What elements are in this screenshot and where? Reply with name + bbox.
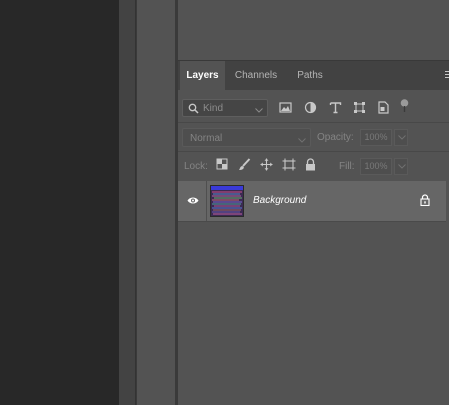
- smart-object-filter-icon[interactable]: [377, 101, 389, 117]
- fill-label: Fill:: [339, 161, 355, 172]
- pixel-filter-icon[interactable]: [279, 101, 292, 117]
- layers-panel: Layers Channels Paths Kind Normal Opacit…: [178, 61, 449, 405]
- upper-panel: [178, 0, 449, 61]
- chevron-down-icon: [298, 135, 306, 146]
- divider: [178, 122, 449, 123]
- opacity-label: Opacity:: [317, 132, 354, 143]
- tab-paths[interactable]: Paths: [287, 61, 333, 90]
- chevron-down-icon: [255, 105, 263, 116]
- opacity-dropdown-button[interactable]: [394, 129, 408, 146]
- visibility-toggle[interactable]: [178, 181, 207, 221]
- tab-channels[interactable]: Channels: [225, 61, 287, 90]
- layer-lock-icon[interactable]: [420, 194, 430, 209]
- panel-tab-bar: Layers Channels Paths: [178, 61, 449, 90]
- search-icon: [188, 103, 199, 117]
- filter-kind-select[interactable]: Kind: [182, 99, 268, 117]
- tab-layers[interactable]: Layers: [180, 61, 225, 90]
- filter-kind-label: Kind: [203, 103, 224, 114]
- lock-artboard-icon[interactable]: [282, 158, 296, 174]
- blend-opacity-row: Normal Opacity: 100%: [178, 127, 449, 149]
- lock-label: Lock:: [184, 161, 208, 172]
- shape-filter-icon[interactable]: [353, 101, 366, 117]
- layer-row-background[interactable]: Background: [178, 181, 446, 222]
- divider: [178, 151, 449, 152]
- type-filter-icon[interactable]: [329, 101, 342, 117]
- layer-name[interactable]: Background: [253, 195, 306, 206]
- lock-fill-row: Lock: Fill: 100%: [178, 155, 449, 177]
- layer-filter-row: Kind: [178, 96, 449, 120]
- lock-all-icon[interactable]: [305, 158, 316, 174]
- blend-mode-select[interactable]: Normal: [182, 128, 311, 147]
- lock-transparent-pixels-icon[interactable]: [216, 158, 228, 173]
- fill-input[interactable]: 100%: [360, 158, 392, 175]
- panel-dock-column: [136, 0, 176, 405]
- tools-panel-strip: [119, 0, 136, 405]
- filter-toggle-icon[interactable]: [400, 99, 409, 117]
- panel-menu-icon[interactable]: [445, 71, 449, 80]
- adjustment-filter-icon[interactable]: [304, 101, 317, 117]
- lock-position-icon[interactable]: [260, 158, 273, 174]
- fill-dropdown-button[interactable]: [394, 158, 408, 175]
- layer-thumbnail: [210, 185, 244, 217]
- eye-icon: [187, 197, 199, 204]
- document-canvas-area: [0, 0, 119, 405]
- blend-mode-label: Normal: [190, 133, 223, 144]
- lock-image-pixels-icon[interactable]: [238, 158, 251, 174]
- opacity-input[interactable]: 100%: [360, 129, 392, 146]
